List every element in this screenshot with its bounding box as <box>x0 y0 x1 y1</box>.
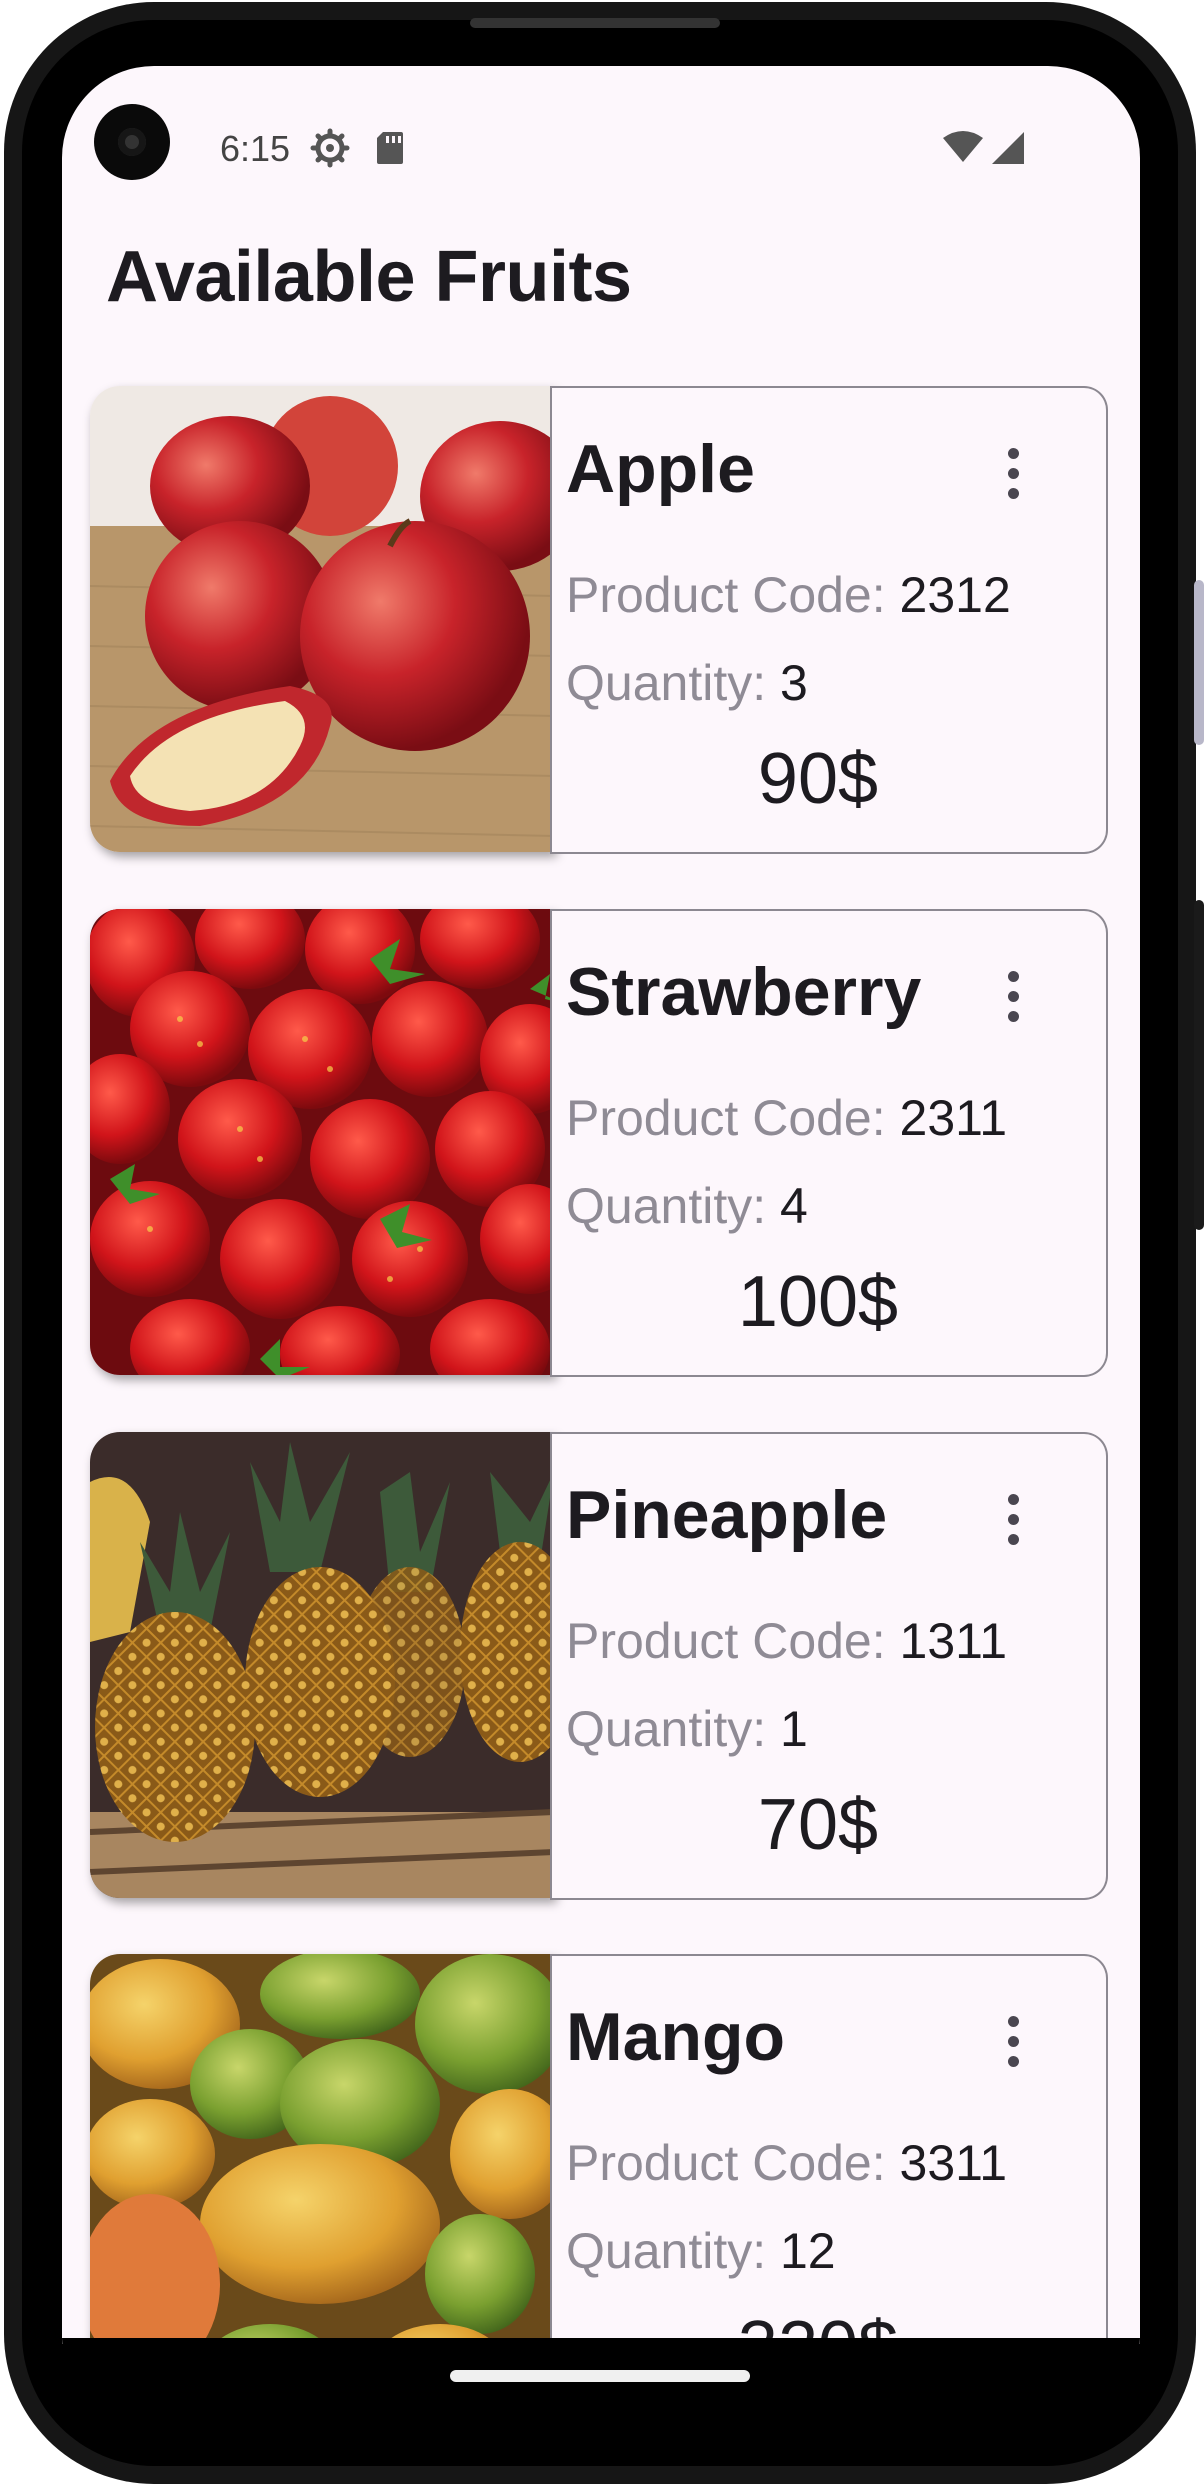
phone-device: 6:15 Available Fruits Apple Product Code… <box>0 0 1204 2491</box>
product-price: 100$ <box>737 1262 899 1342</box>
product-code: Product Code: 2312 <box>566 567 1011 623</box>
product-name: Apple <box>566 431 755 507</box>
wifi-icon <box>943 131 983 162</box>
more-options-icon[interactable] <box>988 444 1038 504</box>
sd-card-icon <box>377 132 403 164</box>
app-screen: 6:15 Available Fruits Apple Product Code… <box>62 66 1140 2344</box>
pineapples-photo <box>90 1432 554 1898</box>
more-options-icon[interactable] <box>988 2012 1038 2072</box>
page-title: Available Fruits <box>106 237 632 317</box>
product-card-apple[interactable]: Apple Product Code: 2312 Quantity: 3 90$ <box>90 386 1108 854</box>
volume-button <box>1194 580 1204 745</box>
more-options-icon[interactable] <box>988 967 1038 1027</box>
product-quantity: Quantity: 3 <box>566 655 808 711</box>
card-divider <box>550 1432 552 1898</box>
apples-photo <box>90 386 554 852</box>
status-time: 6:15 <box>220 128 291 169</box>
product-info-panel: Strawberry Product Code: 2311 Quantity: … <box>550 909 1108 1377</box>
card-divider <box>550 909 552 1375</box>
product-quantity: Quantity: 4 <box>566 1178 808 1234</box>
product-quantity: Quantity: 12 <box>566 2223 836 2279</box>
mangoes-photo <box>90 1954 554 2344</box>
cell-signal-icon <box>992 132 1024 164</box>
product-card-strawberry[interactable]: Strawberry Product Code: 2311 Quantity: … <box>90 909 1108 1377</box>
product-price: 70$ <box>757 1785 879 1865</box>
card-divider <box>550 386 552 852</box>
front-camera <box>94 104 170 180</box>
earpiece-speaker <box>470 18 720 28</box>
strawberries-photo <box>90 909 554 1375</box>
settings-gear-icon <box>310 128 350 168</box>
power-button <box>1194 900 1204 1230</box>
product-code: Product Code: 3311 <box>566 2135 1008 2191</box>
product-code: Product Code: 1311 <box>566 1613 1008 1669</box>
product-card-mango[interactable]: Mango Product Code: 3311 Quantity: 12 32… <box>90 1954 1108 2344</box>
product-name: Pineapple <box>566 1477 888 1553</box>
product-name: Strawberry <box>566 954 922 1030</box>
more-options-icon[interactable] <box>988 1490 1038 1550</box>
product-card-pineapple[interactable]: Pineapple Product Code: 1311 Quantity: 1… <box>90 1432 1108 1900</box>
product-info-panel: Apple Product Code: 2312 Quantity: 3 90$ <box>550 386 1108 854</box>
card-divider <box>550 1954 552 2344</box>
product-code: Product Code: 2311 <box>566 1090 1008 1146</box>
product-name: Mango <box>566 1999 786 2075</box>
home-gesture-handle[interactable] <box>450 2370 750 2382</box>
product-quantity: Quantity: 1 <box>566 1701 808 1757</box>
product-price: 90$ <box>757 739 879 819</box>
product-info-panel: Mango Product Code: 3311 Quantity: 12 32… <box>550 1954 1108 2344</box>
product-info-panel: Pineapple Product Code: 1311 Quantity: 1… <box>550 1432 1108 1900</box>
